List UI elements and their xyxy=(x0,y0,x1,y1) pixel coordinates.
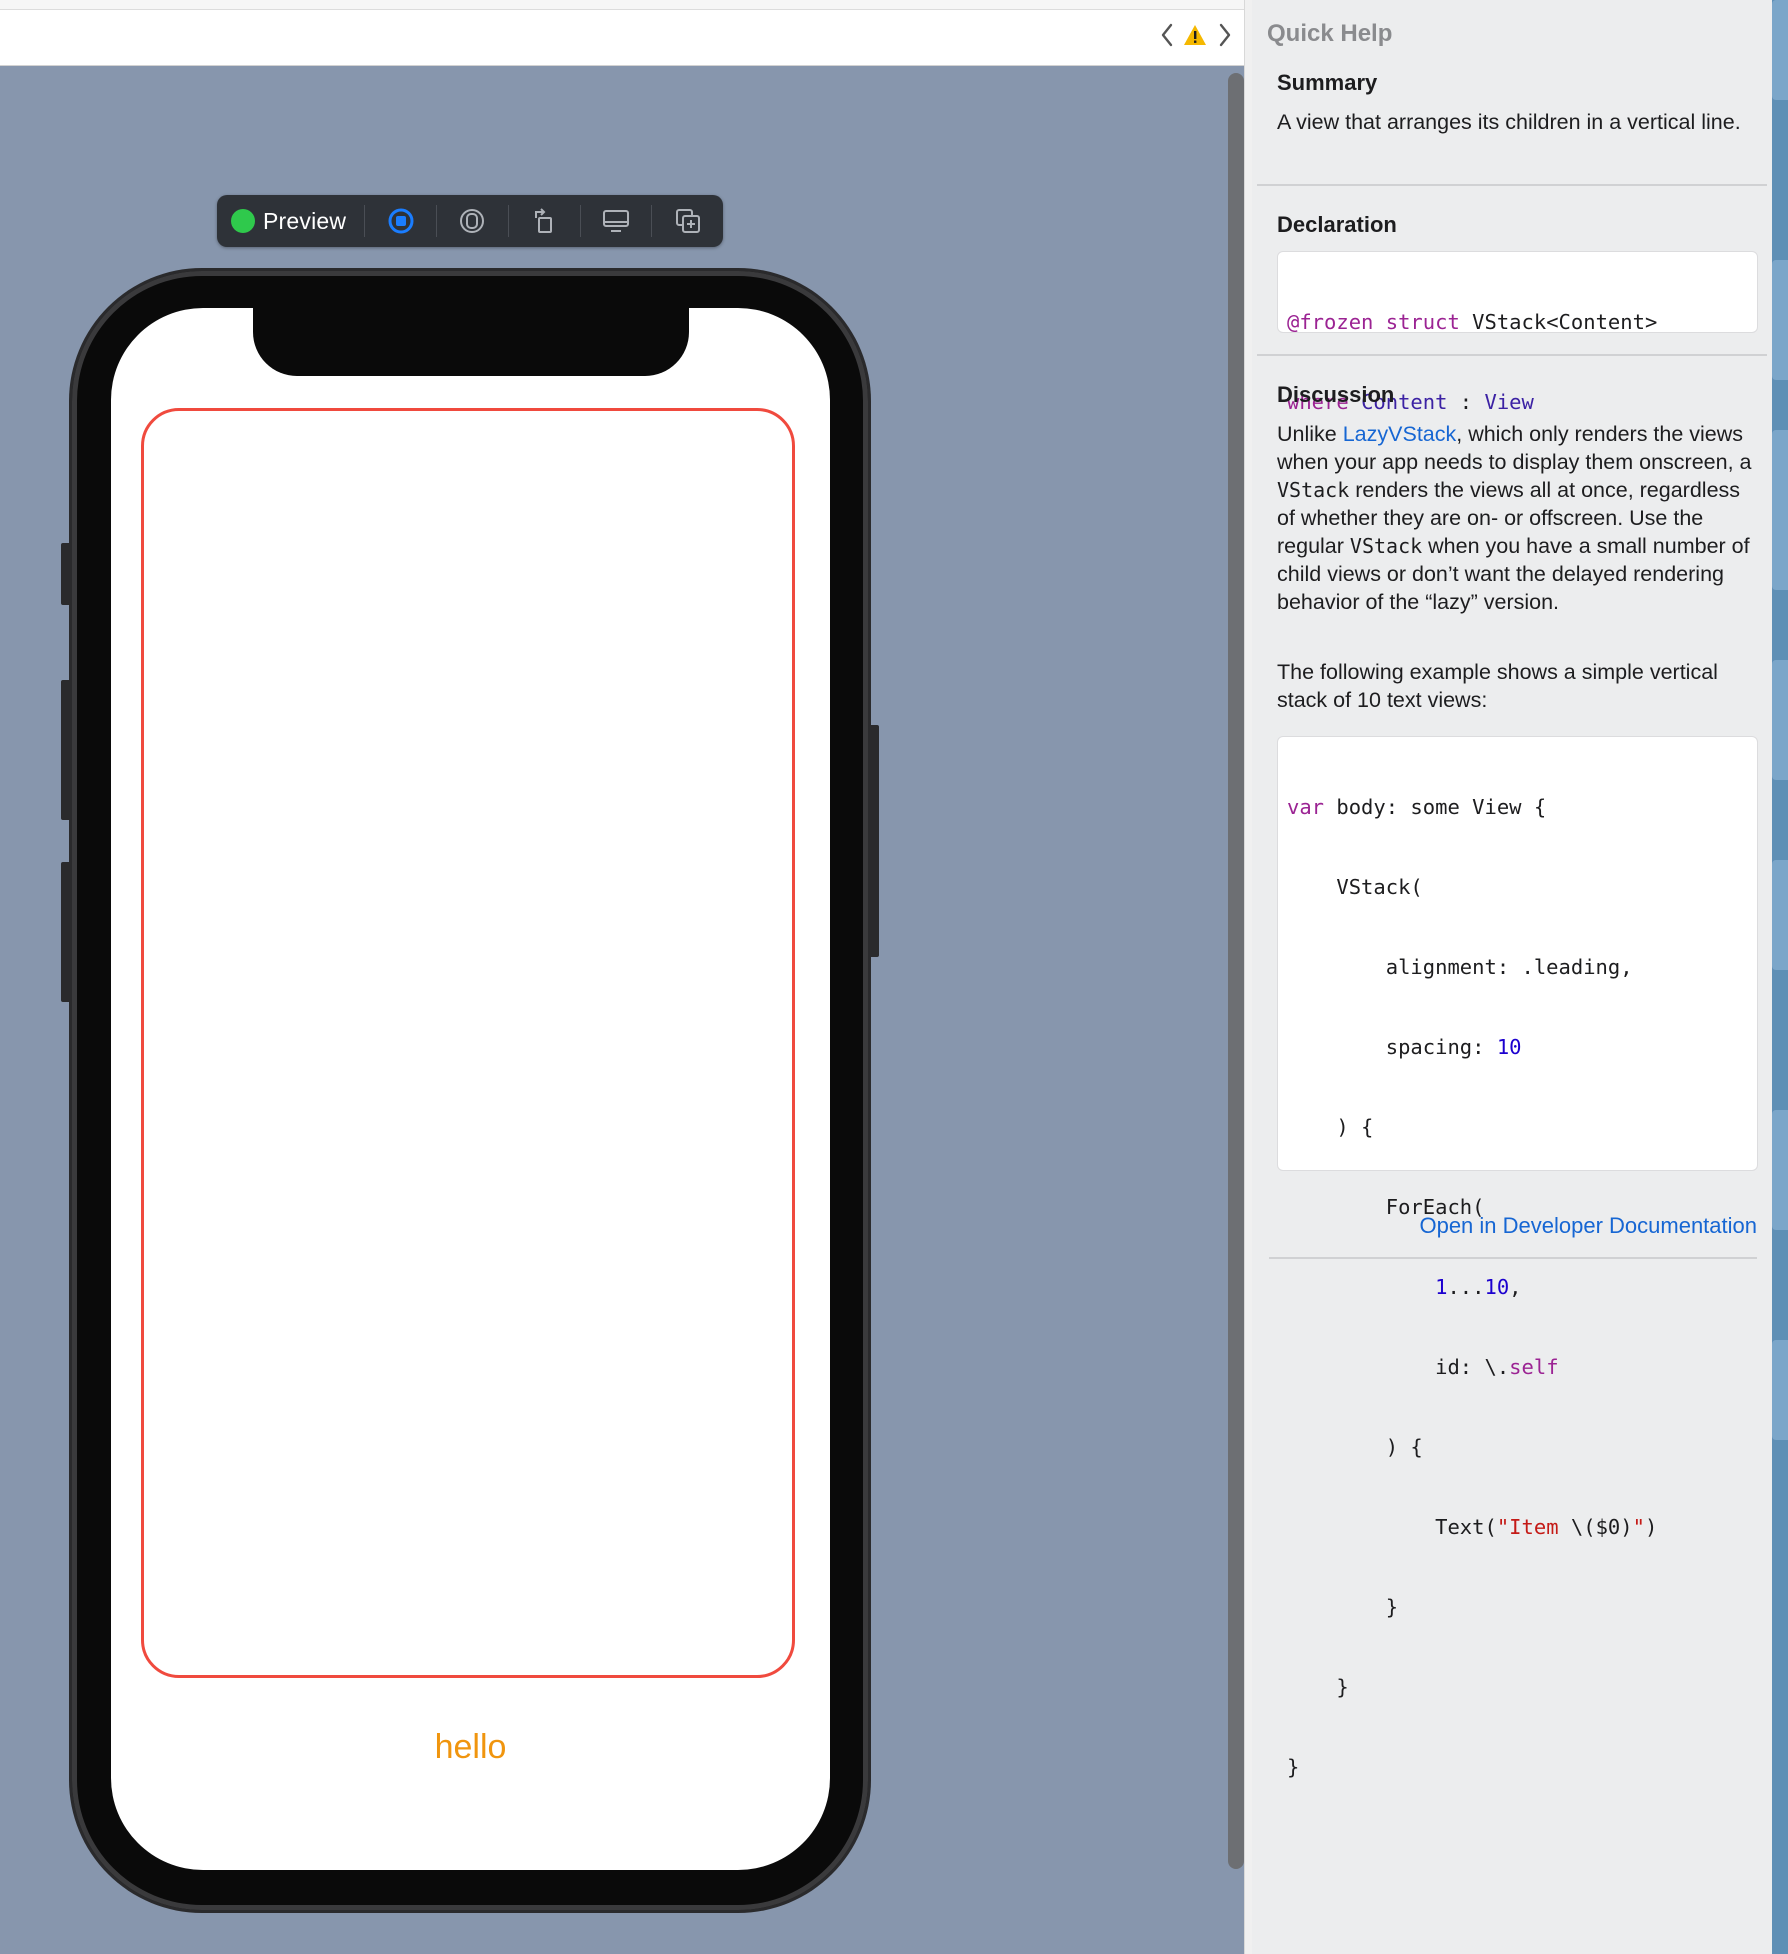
device-screen: hello xyxy=(111,308,830,1870)
edge-block xyxy=(1772,0,1788,100)
code-line: } xyxy=(1287,1675,1349,1699)
code-token: id: \. xyxy=(1287,1355,1510,1379)
volume-up-button xyxy=(61,680,72,820)
code-token: var xyxy=(1287,795,1325,819)
code-line: ) { xyxy=(1287,1115,1374,1139)
code-token: body: some View { xyxy=(1324,795,1547,819)
rotate-icon[interactable] xyxy=(509,195,580,247)
device-settings-icon[interactable] xyxy=(581,195,652,247)
example-code[interactable]: var body: some View { VStack( alignment:… xyxy=(1277,736,1758,1779)
code-line: spacing: 10 xyxy=(1287,1031,1748,1063)
discussion-paragraph-2: The following example shows a simple ver… xyxy=(1277,660,1718,712)
preview-label: Preview xyxy=(263,207,347,234)
open-docs-link[interactable]: Open in Developer Documentation xyxy=(1419,1213,1757,1239)
status-dot-icon xyxy=(231,209,255,233)
code-token: 10 xyxy=(1496,1035,1522,1059)
code-token: struct xyxy=(1385,310,1460,334)
code-line: 1...10, xyxy=(1287,1271,1748,1303)
code-line: alignment: .leading, xyxy=(1287,955,1633,979)
code-token: "Item xyxy=(1496,1515,1571,1539)
edge-block xyxy=(1772,1340,1788,1440)
bordered-rectangle[interactable] xyxy=(141,408,795,1678)
edge-block xyxy=(1772,430,1788,590)
section-divider xyxy=(1269,1257,1757,1259)
edge-block xyxy=(1772,660,1788,780)
chevron-left-icon[interactable] xyxy=(1155,20,1179,50)
declaration-code[interactable]: @frozen struct VStack<Content> where Con… xyxy=(1277,251,1758,414)
code-token: Text( xyxy=(1287,1515,1497,1539)
code-line: id: \.self xyxy=(1287,1351,1748,1383)
section-divider xyxy=(1257,184,1767,186)
preview-status-button[interactable]: Preview xyxy=(217,195,364,247)
code-token: 10 xyxy=(1484,1275,1510,1299)
code-token: ) xyxy=(1620,1515,1633,1539)
toolbar-top-line xyxy=(0,0,1252,10)
code-line: } xyxy=(1287,1755,1300,1779)
canvas-scrollbar[interactable] xyxy=(1228,73,1244,1869)
discussion-paragraph: Unlike LazyVStack, which only renders th… xyxy=(1277,420,1757,616)
live-preview-icon[interactable] xyxy=(365,195,436,247)
edge-block xyxy=(1772,260,1788,380)
code-line: var body: some View { xyxy=(1287,791,1748,823)
code-token: , xyxy=(1509,1275,1522,1299)
chevron-right-icon[interactable] xyxy=(1213,20,1237,50)
background-window-edge xyxy=(1772,0,1788,1954)
inspector-title: Quick Help xyxy=(1267,20,1393,47)
editor-toolbar xyxy=(0,0,1252,66)
summary-text: A view that arranges its children in a v… xyxy=(1277,110,1741,134)
code-token: $0 xyxy=(1595,1515,1621,1539)
edge-block xyxy=(1772,1110,1788,1230)
code-token: View xyxy=(1484,390,1534,414)
mute-switch xyxy=(61,543,72,605)
lazyvstack-link[interactable]: LazyVStack xyxy=(1343,422,1457,446)
code-line: @frozen struct VStack<Content> xyxy=(1287,306,1748,338)
discussion-heading: Discussion xyxy=(1277,382,1395,407)
preview-toolbar: Preview xyxy=(217,195,723,247)
selectable-icon[interactable] xyxy=(437,195,508,247)
declaration-heading: Declaration xyxy=(1277,212,1397,237)
code-token: @frozen xyxy=(1287,310,1374,334)
power-button xyxy=(868,725,879,957)
code-token: 1 xyxy=(1435,1275,1448,1299)
volume-down-button xyxy=(61,862,72,1002)
inline-code: VStack xyxy=(1277,478,1350,502)
code-line: VStack( xyxy=(1287,875,1423,899)
code-token: ... xyxy=(1447,1275,1485,1299)
duplicate-icon[interactable] xyxy=(652,195,723,247)
summary-heading: Summary xyxy=(1277,70,1378,95)
edge-block xyxy=(1772,860,1788,970)
code-token: ) xyxy=(1644,1515,1658,1539)
discussion-text: Unlike xyxy=(1277,422,1343,446)
warning-triangle-icon[interactable] xyxy=(1183,20,1207,50)
device-notch xyxy=(253,308,689,376)
code-token: : xyxy=(1447,390,1485,414)
code-line: } xyxy=(1287,1595,1399,1619)
code-token: \( xyxy=(1570,1515,1596,1539)
inline-code: VStack xyxy=(1349,534,1423,558)
code-token: self xyxy=(1509,1355,1559,1379)
code-token: spacing: xyxy=(1287,1035,1497,1059)
code-line: Text("Item \($0)") xyxy=(1287,1511,1748,1543)
code-line: ) { xyxy=(1287,1435,1423,1459)
code-token: " xyxy=(1632,1515,1645,1539)
code-token: VStack<Content> xyxy=(1459,310,1658,334)
section-divider xyxy=(1257,354,1767,356)
hello-text[interactable]: hello xyxy=(111,1728,830,1767)
quick-help-inspector: Quick Help Summary A view that arranges … xyxy=(1252,0,1772,1954)
